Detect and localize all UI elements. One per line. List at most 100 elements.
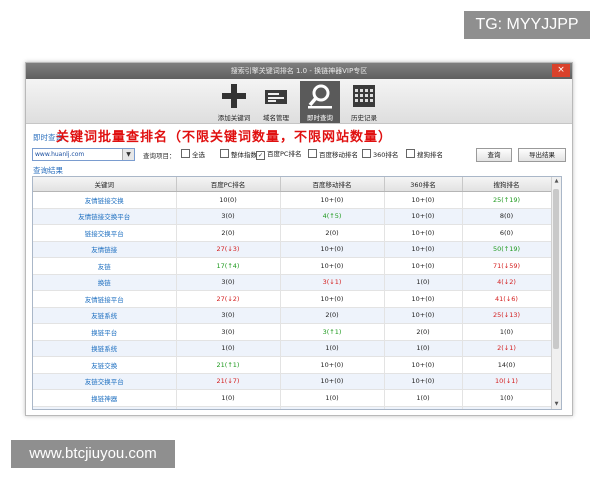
rank-cell: 10+(0) xyxy=(384,290,463,308)
checkbox-label: 百度PC排名 xyxy=(267,150,302,158)
table-row[interactable]: 换链神器 1(0) 1(0) 1(0) 1(0) xyxy=(33,389,552,407)
rank-cell: 21(↑1) xyxy=(176,356,281,374)
site-select-value: www.huanlj.com xyxy=(35,151,85,158)
table-row[interactable]: 友链交换平台 21(↓7) 10+(0) 10+(0) 10(↓1) xyxy=(33,373,552,390)
table-body: 友情链接交换 10(0) 10+(0) 10+(0) 25(↑19) 友情链接交换平台 3(… xyxy=(33,191,552,409)
keyword-cell[interactable]: 换链工具 xyxy=(33,406,177,409)
rank-cell: 1(0) xyxy=(280,389,385,407)
checkbox-box[interactable] xyxy=(308,149,317,158)
keyword-cell[interactable]: 友情链接交换平台 xyxy=(33,208,177,225)
rank-cell: 3(0) xyxy=(176,274,281,291)
rank-cell: 17(↑4) xyxy=(176,257,281,275)
app-window: 搜索引擎关键词排名 1.0 - 换链神器VIP专区 × 添加关键词 域名管理 即… xyxy=(25,62,573,416)
rank-cell: 1(0) xyxy=(384,340,463,357)
table-row[interactable]: 友情链接交换平台 3(0) 4(↑5) 10+(0) 8(0) xyxy=(33,208,552,225)
table-row[interactable]: 友链交换 21(↑1) 10+(0) 10+(0) 14(0) xyxy=(33,356,552,374)
rank-cell: 71(↓59) xyxy=(462,257,552,275)
table-row[interactable]: 换链系统 1(0) 1(0) 1(0) 2(↓1) xyxy=(33,340,552,357)
keyword-cell[interactable]: 友链 xyxy=(33,257,177,275)
keyword-cell[interactable]: 友链系统 xyxy=(33,307,177,324)
rank-cell: 10+(0) xyxy=(280,290,385,308)
checkbox-sogou[interactable]: 搜狗排名 xyxy=(406,149,443,159)
column-header[interactable]: 360排名 xyxy=(384,177,463,192)
column-header[interactable]: 搜狗排名 xyxy=(462,177,552,192)
table-row[interactable]: 友情链接 27(↓3) 10+(0) 10+(0) 50(↑19) xyxy=(33,241,552,258)
section-label-results: 查询结果 xyxy=(33,166,63,175)
table-row[interactable]: 换链平台 3(0) 3(↑1) 2(0) 1(0) xyxy=(33,323,552,341)
keyword-cell[interactable]: 换链平台 xyxy=(33,323,177,341)
checkbox-360[interactable]: 360排名 xyxy=(362,149,398,159)
table-row[interactable]: 链接交换平台 2(0) 2(0) 10+(0) 6(0) xyxy=(33,224,552,242)
table-row[interactable]: 友链 17(↑4) 10+(0) 10+(0) 71(↓59) xyxy=(33,257,552,275)
vertical-scrollbar[interactable]: ▲ ▼ xyxy=(551,177,561,409)
keyword-cell[interactable]: 换链神器 xyxy=(33,389,177,407)
window-title: 搜索引擎关键词排名 1.0 - 换链神器VIP专区 xyxy=(230,67,368,75)
keyword-cell[interactable]: 链接交换平台 xyxy=(33,224,177,242)
add-keyword-label: 添加关键词 xyxy=(217,114,251,122)
close-button[interactable]: × xyxy=(552,64,570,77)
keyword-cell[interactable]: 友链交换 xyxy=(33,356,177,374)
rank-cell: 10+(0) xyxy=(384,406,463,409)
checkbox-box[interactable] xyxy=(181,149,190,158)
rank-cell: 3(0) xyxy=(176,323,281,341)
toolbar: 添加关键词 域名管理 即时查询 历史记录 xyxy=(26,79,572,124)
promo-headline: 关键词批量查排名（不限关键词数量，不限网站数量） xyxy=(56,130,393,145)
rank-cell: 1(0) xyxy=(462,389,552,407)
chevron-down-icon[interactable]: ▼ xyxy=(122,149,134,160)
rank-cell: 2(0) xyxy=(384,323,463,341)
rank-cell: 10+(0) xyxy=(280,356,385,374)
domain-manage-button[interactable]: 域名管理 xyxy=(256,81,296,123)
checkbox-box[interactable] xyxy=(362,149,371,158)
checkbox-box[interactable] xyxy=(220,149,229,158)
checkbox-label: 搜狗排名 xyxy=(417,151,443,159)
keyword-cell[interactable]: 友链交换平台 xyxy=(33,373,177,390)
query-button[interactable]: 查询 xyxy=(476,148,512,162)
keyword-cell[interactable]: 友情链接 xyxy=(33,241,177,258)
site-select[interactable]: www.huanlj.com ▼ xyxy=(32,148,135,161)
history-button[interactable]: 历史记录 xyxy=(344,81,384,123)
rank-cell: 10+(0) xyxy=(384,191,463,209)
table-row[interactable]: 友情链接平台 27(↓2) 10+(0) 10+(0) 41(↓6) xyxy=(33,290,552,308)
checkbox-box[interactable] xyxy=(406,149,415,158)
checkbox-baidu-mobile[interactable]: 百度移动排名 xyxy=(308,149,358,159)
watermark-bottom: www.btcjiuyou.com xyxy=(11,440,175,468)
scroll-down-icon[interactable]: ▼ xyxy=(552,400,561,409)
table-row[interactable]: 换链 3(0) 3(↓1) 1(0) 4(↓2) xyxy=(33,274,552,291)
rank-cell: 6(↓2) xyxy=(462,406,552,409)
table-row[interactable]: 换链工具10+(0)10+(0)10+(0)6(↓2) xyxy=(33,406,552,409)
rank-cell: 1(0) xyxy=(176,340,281,357)
rank-cell: 10+(0) xyxy=(280,373,385,390)
scrollbar-thumb[interactable] xyxy=(553,189,559,349)
rank-cell: 4(↑5) xyxy=(280,208,385,225)
keyword-cell[interactable]: 友情链接交换 xyxy=(33,191,177,209)
instant-query-label: 即时查询 xyxy=(307,114,333,122)
checkbox-label: 全选 xyxy=(192,151,205,159)
search-icon xyxy=(308,84,332,109)
domain-manage-label: 域名管理 xyxy=(263,114,289,122)
rank-cell: 1(0) xyxy=(384,389,463,407)
rank-cell: 27(↓2) xyxy=(176,290,281,308)
instant-query-button[interactable]: 即时查询 xyxy=(300,81,340,123)
keyword-cell[interactable]: 友情链接平台 xyxy=(33,290,177,308)
keyword-cell[interactable]: 换链系统 xyxy=(33,340,177,357)
checkbox-baidu-pc[interactable]: ✓ 百度PC排名 xyxy=(256,149,302,160)
column-header[interactable]: 百度移动排名 xyxy=(280,177,385,192)
rank-cell: 21(↓7) xyxy=(176,373,281,390)
add-keyword-button[interactable]: 添加关键词 xyxy=(214,81,254,123)
checkbox-box[interactable]: ✓ xyxy=(256,151,265,160)
rank-cell: 4(↓2) xyxy=(462,274,552,291)
checkbox-select-all[interactable]: 全选 xyxy=(181,149,205,159)
rank-cell: 10+(0) xyxy=(384,241,463,258)
rank-cell: 3(↓1) xyxy=(280,274,385,291)
rank-cell: 41(↓6) xyxy=(462,290,552,308)
checkbox-overall-index[interactable]: 整体指数 xyxy=(220,149,257,159)
scroll-up-icon[interactable]: ▲ xyxy=(552,177,561,186)
keyword-cell[interactable]: 换链 xyxy=(33,274,177,291)
column-header[interactable]: 关键词 xyxy=(33,177,177,192)
table-row[interactable]: 友情链接交换 10(0) 10+(0) 10+(0) 25(↑19) xyxy=(33,191,552,209)
rank-cell: 10+(0) xyxy=(384,208,463,225)
table-row[interactable]: 友链系统 3(0) 2(0) 10+(0) 25(↓13) xyxy=(33,307,552,324)
export-button[interactable]: 导出结果 xyxy=(518,148,566,162)
rank-cell: 10+(0) xyxy=(280,406,385,409)
column-header[interactable]: 百度PC排名 xyxy=(176,177,281,192)
